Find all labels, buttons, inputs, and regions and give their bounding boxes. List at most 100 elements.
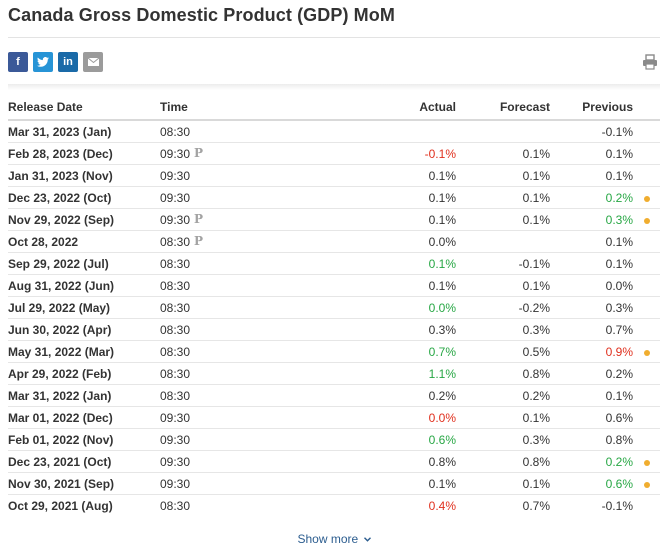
table-row: Sep 29, 2022 (Jul) 08:30 0.1% -0.1% 0.1% bbox=[8, 253, 660, 275]
release-date-cell: May 31, 2022 (Mar) bbox=[8, 345, 115, 359]
table-row: Oct 29, 2021 (Aug) 08:30 0.4% 0.7% -0.1% bbox=[8, 495, 660, 517]
actual-cell: 0.1% bbox=[428, 477, 456, 491]
previous-cell: -0.1% bbox=[601, 499, 633, 513]
twitter-icon bbox=[37, 57, 49, 67]
release-date-cell: Feb 28, 2023 (Dec) bbox=[8, 147, 113, 161]
forecast-cell: 0.1% bbox=[522, 169, 550, 183]
time-cell: 09:30 bbox=[160, 169, 191, 183]
release-date-cell: Sep 29, 2022 (Jul) bbox=[8, 257, 109, 271]
twitter-share-button[interactable] bbox=[33, 52, 53, 72]
previous-cell: 0.7% bbox=[605, 323, 633, 337]
table-row: Jul 29, 2022 (May) 08:30 0.0% -0.2% 0.3% bbox=[8, 297, 660, 319]
table-row: May 31, 2022 (Mar) 08:30 0.7% 0.5% 0.9% bbox=[8, 341, 660, 363]
revised-indicator-icon bbox=[644, 196, 650, 202]
time-cell: 08:30 bbox=[160, 367, 191, 381]
previous-cell: 0.2% bbox=[605, 367, 633, 381]
release-date-cell: Apr 29, 2022 (Feb) bbox=[8, 367, 112, 381]
previous-cell: 0.2% bbox=[605, 191, 633, 205]
release-date-cell: Feb 01, 2022 (Nov) bbox=[8, 433, 114, 447]
previous-cell: 0.1% bbox=[605, 147, 633, 161]
release-date-cell: Jun 30, 2022 (Apr) bbox=[8, 323, 112, 337]
linkedin-share-button[interactable]: in bbox=[58, 52, 78, 72]
table-row: Oct 28, 2022 08:30 P 0.0% 0.1% bbox=[8, 231, 660, 253]
actual-cell: 0.1% bbox=[428, 257, 456, 271]
previous-cell: 0.6% bbox=[605, 411, 633, 425]
facebook-icon: f bbox=[16, 56, 20, 68]
column-header-forecast: Forecast bbox=[499, 100, 550, 114]
previous-cell: 0.3% bbox=[605, 213, 633, 227]
actual-cell: 0.0% bbox=[428, 301, 456, 315]
time-cell: 08:30 bbox=[160, 345, 191, 359]
time-cell: 09:30 bbox=[160, 455, 191, 469]
table-row: Jan 31, 2023 (Nov) 09:30 0.1% 0.1% 0.1% bbox=[8, 165, 660, 187]
table-row: Apr 29, 2022 (Feb) 08:30 1.1% 0.8% 0.2% bbox=[8, 363, 660, 385]
actual-cell: 0.1% bbox=[428, 169, 456, 183]
column-header-previous: Previous bbox=[582, 100, 633, 114]
time-cell: 09:30 bbox=[160, 477, 191, 491]
forecast-cell: 0.1% bbox=[522, 213, 550, 227]
print-icon[interactable] bbox=[642, 54, 658, 70]
time-cell: 08:30 bbox=[160, 257, 191, 271]
column-header-actual: Actual bbox=[419, 100, 456, 114]
previous-cell: -0.1% bbox=[601, 125, 633, 139]
time-cell: 09:30 bbox=[160, 147, 191, 161]
previous-cell: 0.1% bbox=[605, 389, 633, 403]
release-date-cell: Mar 31, 2023 (Jan) bbox=[8, 125, 112, 139]
time-cell: 08:30 bbox=[160, 389, 191, 403]
previous-cell: 0.1% bbox=[605, 235, 633, 249]
actual-cell: 0.4% bbox=[428, 499, 456, 513]
page-title: Canada Gross Domestic Product (GDP) MoM bbox=[8, 5, 395, 25]
toolbar-shadow bbox=[8, 84, 660, 90]
time-cell: 09:30 bbox=[160, 213, 191, 227]
email-icon bbox=[87, 58, 99, 66]
release-date-cell: Mar 31, 2022 (Jan) bbox=[8, 389, 112, 403]
share-bar: f in bbox=[8, 52, 103, 72]
release-date-cell: Jan 31, 2023 (Nov) bbox=[8, 169, 113, 183]
actual-cell: 0.1% bbox=[428, 279, 456, 293]
revised-indicator-icon bbox=[644, 482, 650, 488]
forecast-cell: 0.5% bbox=[522, 345, 550, 359]
forecast-cell: 0.1% bbox=[522, 477, 550, 491]
column-header-release-date: Release Date bbox=[8, 100, 83, 114]
table-row: Mar 01, 2022 (Dec) 09:30 0.0% 0.1% 0.6% bbox=[8, 407, 660, 429]
table-row: Mar 31, 2022 (Jan) 08:30 0.2% 0.2% 0.1% bbox=[8, 385, 660, 407]
previous-cell: 0.3% bbox=[605, 301, 633, 315]
forecast-cell: 0.8% bbox=[522, 455, 550, 469]
release-date-cell: Aug 31, 2022 (Jun) bbox=[8, 279, 115, 293]
table-row: Nov 29, 2022 (Sep) 09:30 P 0.1% 0.1% 0.3% bbox=[8, 209, 660, 231]
previous-cell: 0.8% bbox=[605, 433, 633, 447]
actual-cell: 0.8% bbox=[428, 455, 456, 469]
forecast-cell: 0.2% bbox=[522, 389, 550, 403]
actual-cell: 0.0% bbox=[428, 235, 456, 249]
title-divider bbox=[8, 37, 660, 38]
forecast-cell: 0.3% bbox=[522, 433, 550, 447]
table-row: Dec 23, 2022 (Oct) 09:30 0.1% 0.1% 0.2% bbox=[8, 187, 660, 209]
previous-cell: 0.2% bbox=[605, 455, 633, 469]
release-date-cell: Nov 30, 2021 (Sep) bbox=[8, 477, 115, 491]
actual-cell: -0.1% bbox=[424, 147, 456, 161]
chevron-down-icon bbox=[363, 537, 371, 543]
forecast-cell: -0.2% bbox=[518, 301, 550, 315]
time-cell: 08:30 bbox=[160, 499, 191, 513]
facebook-share-button[interactable]: f bbox=[8, 52, 28, 72]
time-cell: 08:30 bbox=[160, 235, 191, 249]
time-cell: 09:30 bbox=[160, 411, 191, 425]
release-table: Mar 31, 2023 (Jan) 08:30 -0.1% Feb 28, 2023… bbox=[8, 121, 660, 517]
actual-cell: 0.1% bbox=[428, 191, 456, 205]
forecast-cell: 0.8% bbox=[522, 367, 550, 381]
time-cell: 08:30 bbox=[160, 301, 191, 315]
release-date-cell: Dec 23, 2022 (Oct) bbox=[8, 191, 112, 205]
actual-cell: 0.6% bbox=[428, 433, 456, 447]
table-row: Feb 01, 2022 (Nov) 09:30 0.6% 0.3% 0.8% bbox=[8, 429, 660, 451]
show-more-button[interactable]: Show more bbox=[0, 532, 668, 546]
preliminary-icon: P bbox=[194, 234, 204, 248]
forecast-cell: 0.1% bbox=[522, 411, 550, 425]
release-date-cell: Oct 28, 2022 bbox=[8, 235, 79, 249]
table-row: Dec 23, 2021 (Oct) 09:30 0.8% 0.8% 0.2% bbox=[8, 451, 660, 473]
release-date-cell: Mar 01, 2022 (Dec) bbox=[8, 411, 113, 425]
time-cell: 08:30 bbox=[160, 125, 191, 139]
table-row: Nov 30, 2021 (Sep) 09:30 0.1% 0.1% 0.6% bbox=[8, 473, 660, 495]
email-share-button[interactable] bbox=[83, 52, 103, 72]
time-cell: 08:30 bbox=[160, 323, 191, 337]
previous-cell: 0.0% bbox=[605, 279, 633, 293]
